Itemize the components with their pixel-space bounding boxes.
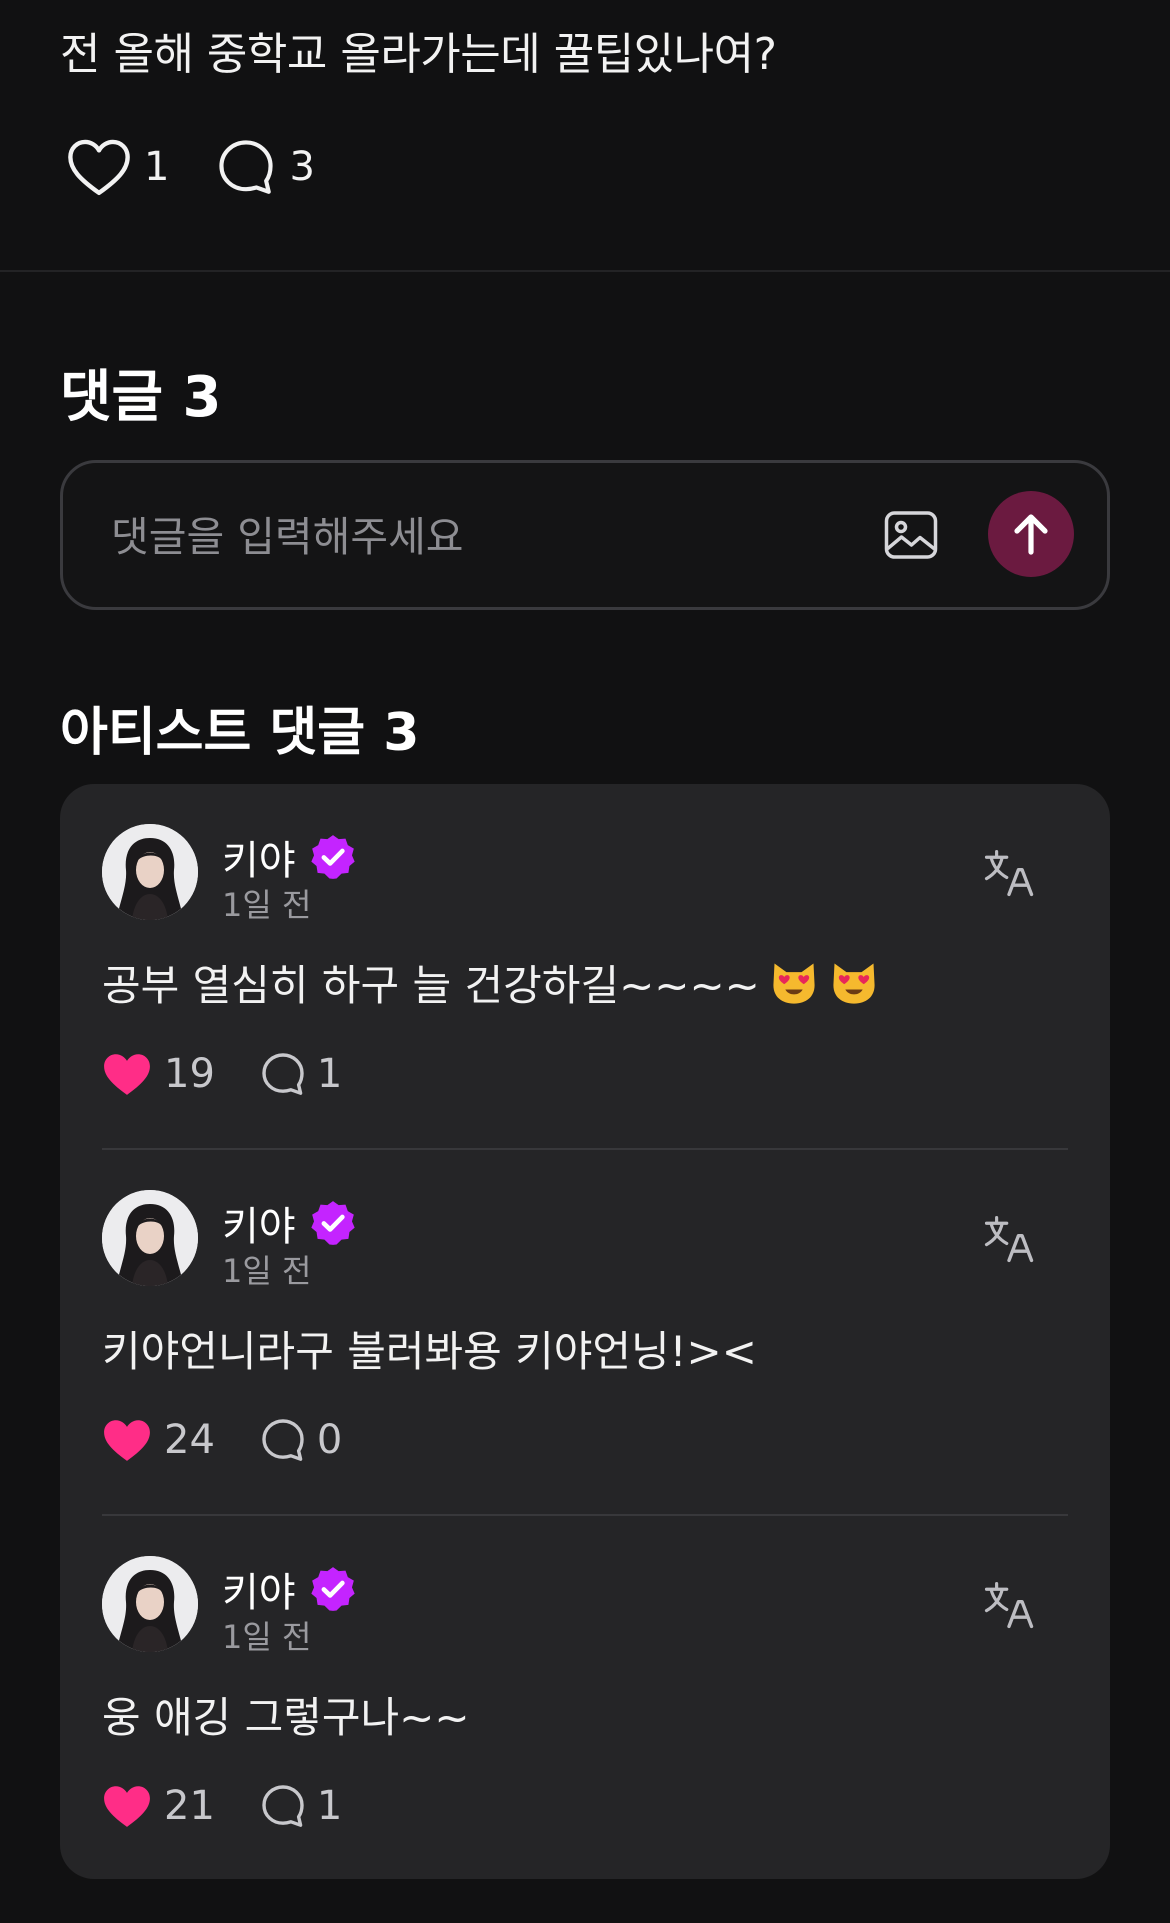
reply-bubble-icon[interactable] <box>259 1050 307 1098</box>
heart-filled-icon[interactable] <box>102 1417 152 1463</box>
comments-title: 댓글 3 <box>60 365 222 430</box>
arrow-up-icon <box>1014 514 1048 555</box>
comment-body: 웅 애깅 그렇구나~~ <box>102 1684 470 1745</box>
comment-input[interactable] <box>111 509 871 565</box>
heart-eyes-cat-emoji <box>773 963 815 1004</box>
comment-text: 웅 애깅 그렇구나~~ <box>102 1693 470 1742</box>
comment-stats: 19 1 <box>102 1050 342 1098</box>
heart-filled-icon[interactable] <box>102 1783 152 1829</box>
artist-comments-title: 아티스트 댓글 3 <box>60 703 420 763</box>
heart-filled-icon[interactable] <box>102 1051 152 1097</box>
comment-text: 공부 열심히 하구 늘 건강하길~~~~ <box>102 961 760 1010</box>
artist-comment: 키야 1일 전 공부 열심히 하구 늘 건강하길~~~~ 19 1 <box>102 784 1068 1150</box>
avatar[interactable] <box>102 1556 198 1652</box>
verified-badge-icon <box>310 1567 355 1611</box>
like-count: 19 <box>164 1051 215 1097</box>
artist-name[interactable]: 키야 <box>222 1194 296 1252</box>
verified-badge-icon <box>310 835 355 879</box>
post-like-count: 1 <box>144 144 170 190</box>
like-count: 24 <box>164 1417 215 1463</box>
translate-icon[interactable] <box>982 1578 1036 1632</box>
reply-bubble-icon[interactable] <box>259 1416 307 1464</box>
comment-body: 키야언니라구 불러봐용 키야언닝!>< <box>102 1318 757 1379</box>
translate-icon[interactable] <box>982 846 1036 900</box>
comment-body: 공부 열심히 하구 늘 건강하길~~~~ <box>102 952 880 1013</box>
comment-input-box <box>60 460 1110 610</box>
avatar[interactable] <box>102 1190 198 1286</box>
comment-stats: 21 1 <box>102 1782 342 1830</box>
comment-bubble-icon <box>219 140 274 194</box>
artist-comment: 키야 1일 전 키야언니라구 불러봐용 키야언닝!>< 24 0 <box>102 1150 1068 1516</box>
like-count: 21 <box>164 1783 215 1829</box>
artist-name[interactable]: 키야 <box>222 1560 296 1618</box>
heart-outline-icon <box>68 139 130 196</box>
post-actions: 1 3 <box>66 136 361 198</box>
artist-name[interactable]: 키야 <box>222 828 296 886</box>
comment-time: 1일 전 <box>222 1252 312 1290</box>
translate-icon[interactable] <box>982 1212 1036 1266</box>
name-row: 키야 <box>222 1560 358 1618</box>
reply-bubble-icon[interactable] <box>259 1782 307 1830</box>
reply-count: 1 <box>316 1051 343 1097</box>
reply-count: 1 <box>316 1783 343 1829</box>
artist-comment: 키야 1일 전 웅 애깅 그렇구나~~ 21 1 <box>102 1516 1068 1882</box>
comment-stats: 24 0 <box>102 1416 342 1464</box>
post-comment-count: 3 <box>289 144 315 190</box>
post-like-button[interactable]: 1 <box>66 137 169 197</box>
avatar[interactable] <box>102 824 198 920</box>
post-comment-button[interactable]: 3 <box>215 136 315 198</box>
section-divider <box>0 270 1170 272</box>
heart-eyes-cat-emoji <box>833 963 875 1004</box>
name-row: 키야 <box>222 1194 358 1252</box>
name-row: 키야 <box>222 828 358 886</box>
send-button[interactable] <box>988 491 1074 577</box>
verified-badge-icon <box>310 1201 355 1245</box>
post-comments-screen: 전 올해 중학교 올라가는데 꿀팁있나여? 1 3 댓글 3 댓글을 입력해주세… <box>0 0 1170 1923</box>
comment-time: 1일 전 <box>222 886 312 924</box>
post-text: 전 올해 중학교 올라가는데 꿀팁있나여? <box>60 29 777 80</box>
image-icon[interactable] <box>881 505 941 565</box>
reply-count: 0 <box>316 1417 343 1463</box>
comment-text: 키야언니라구 불러봐용 키야언닝!>< <box>102 1327 757 1376</box>
artist-comments-card: 키야 1일 전 공부 열심히 하구 늘 건강하길~~~~ 19 1 키야 1일 … <box>60 784 1110 1879</box>
comment-time: 1일 전 <box>222 1618 312 1656</box>
